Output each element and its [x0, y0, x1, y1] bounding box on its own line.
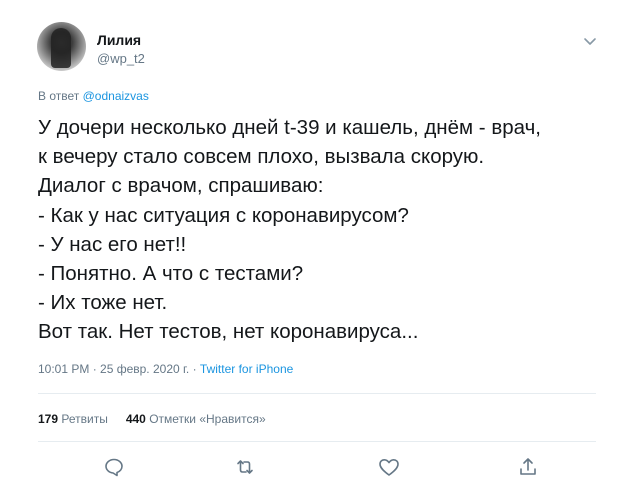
author-name[interactable]: Лилия — [97, 32, 141, 48]
chevron-down-icon[interactable] — [583, 34, 597, 45]
reply-icon — [105, 458, 123, 477]
reply-context: В ответ @odnaizvas — [38, 89, 149, 103]
reply-button[interactable] — [102, 455, 126, 479]
tweet-line: Диалог с врачом, спрашиваю: — [38, 174, 324, 198]
reply-mention-link[interactable]: @odnaizvas — [83, 89, 149, 103]
tweet: Лилия @wp_t2 В ответ @odnaizvas У дочери… — [0, 0, 620, 493]
tweet-text: У дочери несколько дней t-39 и кашель, д… — [38, 113, 598, 347]
like-icon — [379, 459, 399, 476]
tweet-line: - Их тоже нет. — [38, 291, 168, 315]
tweet-timestamp[interactable]: 10:01 PM · 25 февр. 2020 г. · — [38, 362, 200, 376]
share-icon — [520, 458, 536, 475]
retweets-stat[interactable]: 179 Ретвиты — [38, 412, 108, 426]
author-handle[interactable]: @wp_t2 — [97, 51, 145, 66]
retweets-count: 179 — [38, 412, 59, 426]
retweet-button[interactable] — [233, 455, 257, 479]
tweet-line: У дочери несколько дней t-39 и кашель, д… — [38, 116, 541, 139]
like-button[interactable] — [377, 455, 401, 479]
tweet-source-link[interactable]: Twitter for iPhone — [200, 362, 293, 376]
tweet-line: к вечеру стало совсем плохо, вызвала ско… — [38, 145, 485, 169]
retweets-label: Ретвиты — [61, 412, 108, 426]
retweet-icon — [237, 460, 253, 474]
likes-count: 440 — [125, 412, 146, 426]
likes-label: Отметки «Нравится» — [149, 412, 266, 426]
tweet-line: - У нас его нет!! — [38, 232, 187, 256]
tweet-line: - Понятно. А что с тестами? — [38, 262, 304, 286]
avatar[interactable] — [37, 22, 86, 71]
share-button[interactable] — [516, 455, 540, 479]
divider — [38, 393, 596, 394]
avatar-silhouette — [51, 28, 71, 68]
reply-prefix: В ответ — [38, 89, 80, 103]
likes-stat[interactable]: 440 Отметки «Нравится» — [126, 412, 266, 426]
tweet-meta: 10:01 PM · 25 февр. 2020 г. · Twitter fo… — [38, 362, 293, 376]
divider — [38, 441, 596, 442]
tweet-line: - Как у нас ситуация с коронавирусом? — [38, 203, 409, 227]
tweet-line: Вот так. Нет тестов, нет коронавируса... — [38, 320, 419, 344]
tweet-stats: 179 Ретвиты 440 Отметки «Нравится» — [38, 412, 266, 426]
